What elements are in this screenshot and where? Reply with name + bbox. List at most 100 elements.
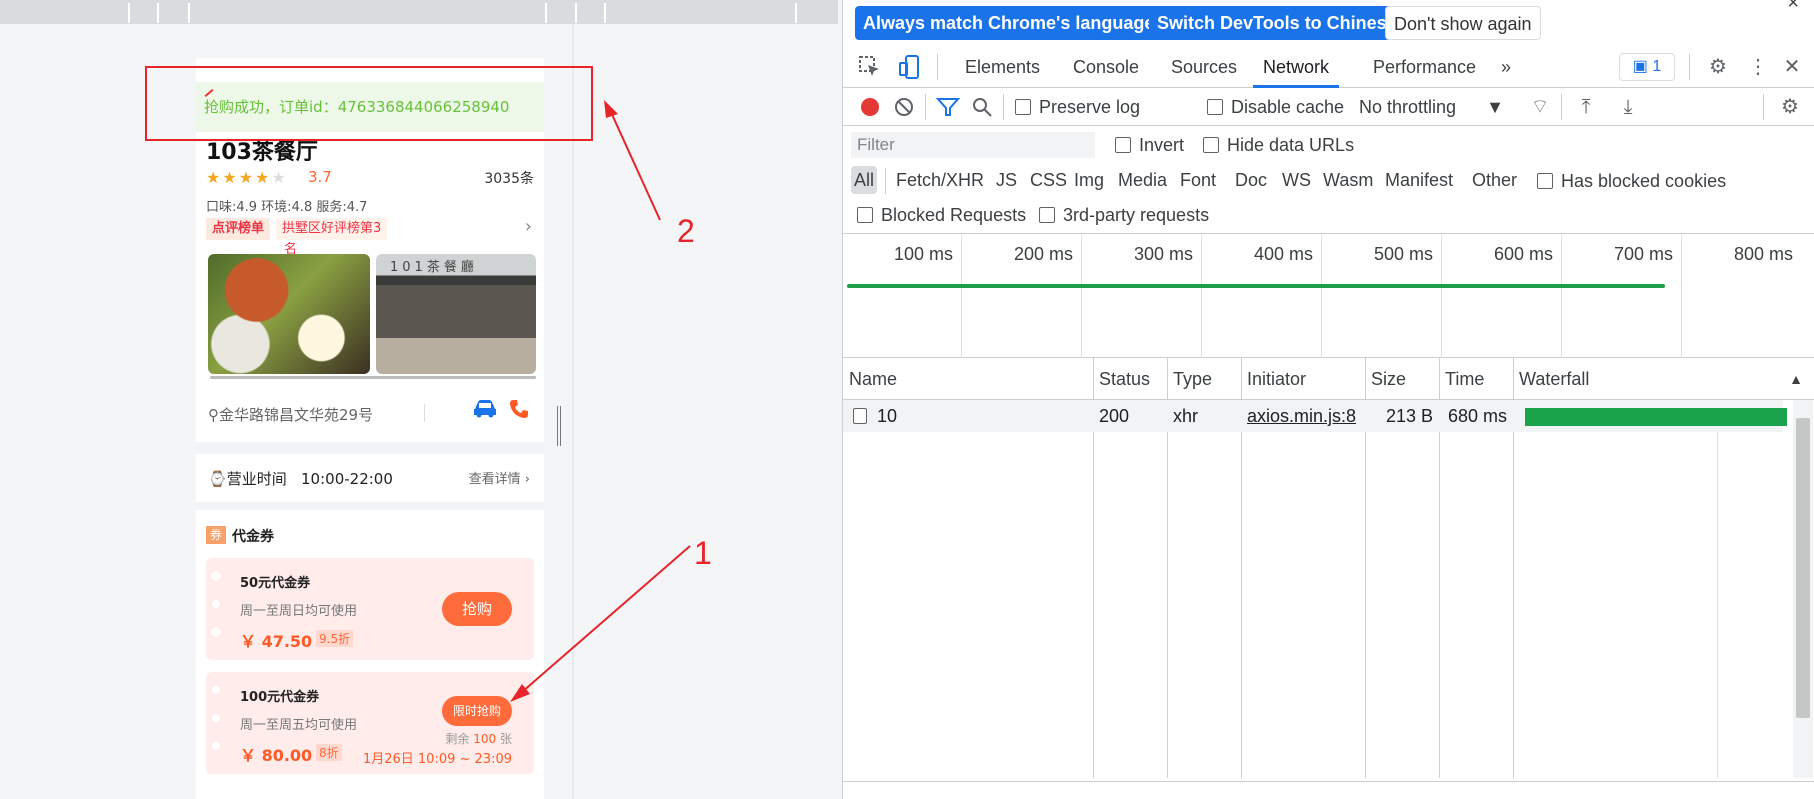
match-language-button[interactable]: Always match Chrome's language xyxy=(855,6,1163,40)
divider xyxy=(1689,54,1690,80)
filter-type-manifest[interactable]: Manifest xyxy=(1382,166,1456,194)
overview-tick: 600 ms xyxy=(1493,244,1553,264)
filter-type-css[interactable]: CSS xyxy=(1027,166,1070,194)
issues-badge[interactable]: ▣ 1 xyxy=(1619,53,1675,81)
request-size: 213 B xyxy=(1385,406,1433,426)
close-icon[interactable]: ✕ xyxy=(1779,54,1805,80)
filter-icon[interactable] xyxy=(935,94,961,120)
network-summary-bar xyxy=(843,781,1814,799)
overview-gridline xyxy=(1441,234,1442,358)
table-row[interactable]: 10 200 xhr axios.min.js:8 213 B 680 ms xyxy=(843,400,1787,432)
column-header-size[interactable]: Size xyxy=(1365,358,1439,400)
close-icon[interactable]: × xyxy=(1787,0,1799,15)
more-tabs-icon[interactable]: » xyxy=(1501,46,1511,88)
scrollbar-thumb[interactable] xyxy=(1796,418,1810,718)
has-blocked-cookies-checkbox[interactable]: Has blocked cookies xyxy=(1537,168,1726,194)
divider xyxy=(925,94,926,120)
overview-tick: 300 ms xyxy=(1133,244,1193,264)
filter-type-ws[interactable]: WS xyxy=(1279,166,1314,194)
tab-performance[interactable]: Performance xyxy=(1373,46,1476,88)
device-toolbar-icon[interactable] xyxy=(897,54,923,80)
preserve-log-label: Preserve log xyxy=(1039,97,1141,117)
overview-tick: 100 ms xyxy=(893,244,953,264)
filter-type-media[interactable]: Media xyxy=(1115,166,1170,194)
overview-gridline xyxy=(1681,234,1682,358)
devtools-panel: Always match Chrome's language Switch De… xyxy=(842,0,1814,799)
request-time: 680 ms xyxy=(1447,406,1507,426)
tab-network[interactable]: Network xyxy=(1253,46,1340,88)
filter-type-js[interactable]: JS xyxy=(993,166,1020,194)
column-header-waterfall[interactable]: Waterfall ▲ xyxy=(1513,358,1814,400)
filter-type-img[interactable]: Img xyxy=(1071,166,1107,194)
column-header-time[interactable]: Time xyxy=(1439,358,1513,400)
overview-tick: 200 ms xyxy=(1013,244,1073,264)
record-icon[interactable] xyxy=(857,94,883,120)
filter-type-fetch-xhr[interactable]: Fetch/XHR xyxy=(893,166,987,194)
filter-type-font[interactable]: Font xyxy=(1177,166,1219,194)
throttling-select[interactable]: No throttling ▼ xyxy=(1359,94,1504,120)
overview-activity-line xyxy=(847,284,1665,288)
preserve-log-checkbox[interactable]: Preserve log xyxy=(1015,94,1140,120)
column-header-name[interactable]: Name xyxy=(843,358,1093,400)
waterfall-bar xyxy=(1525,408,1787,426)
dont-show-again-button[interactable]: Don't show again xyxy=(1385,6,1541,40)
device-preview: 抢购成功，订单id：476336844066258940 103茶餐厅 ★★★★… xyxy=(0,0,842,799)
filter-type-all[interactable]: All xyxy=(851,166,878,194)
third-party-checkbox[interactable]: 3rd-party requests xyxy=(1039,202,1209,228)
column-header-initiator[interactable]: Initiator xyxy=(1241,358,1365,400)
invert-checkbox[interactable]: Invert xyxy=(1115,132,1184,158)
overview-gridline xyxy=(1321,234,1322,358)
filter-type-doc[interactable]: Doc xyxy=(1232,166,1270,194)
blocked-requests-label: Blocked Requests xyxy=(881,205,1027,225)
column-header-status[interactable]: Status xyxy=(1093,358,1167,400)
disable-cache-checkbox[interactable]: Disable cache xyxy=(1207,94,1344,120)
filter-bar: Filter Invert Hide data URLs All Fetch/X… xyxy=(843,126,1814,234)
language-infobar: Always match Chrome's language Switch De… xyxy=(843,0,1814,46)
clear-icon[interactable] xyxy=(891,94,917,120)
overview-tick: 800 ms xyxy=(1733,244,1793,264)
tab-console[interactable]: Console xyxy=(1073,46,1139,88)
requests-table: Name Status Type Initiator Size Time Wat… xyxy=(843,358,1814,799)
network-toolbar: Preserve log Disable cache No throttling… xyxy=(843,88,1814,126)
divider xyxy=(1561,94,1562,120)
request-name: 10 xyxy=(843,400,1093,432)
download-icon[interactable]: ⤓ xyxy=(1615,94,1641,120)
overview-gridline xyxy=(1081,234,1082,358)
search-icon[interactable] xyxy=(969,94,995,120)
gear-icon[interactable]: ⚙ xyxy=(1705,54,1731,80)
filter-type-other[interactable]: Other xyxy=(1469,166,1520,194)
switch-language-button[interactable]: Switch DevTools to Chinese xyxy=(1149,6,1405,40)
invert-label: Invert xyxy=(1139,135,1185,155)
filter-type-wasm[interactable]: Wasm xyxy=(1320,166,1376,194)
overview-tick: 700 ms xyxy=(1613,244,1673,264)
network-conditions-icon[interactable]: ⌔ xyxy=(1527,94,1553,120)
divider xyxy=(885,168,886,194)
table-scrollbar[interactable] xyxy=(1793,400,1813,778)
waterfall-gridline xyxy=(1717,400,1718,778)
inspect-element-icon[interactable] xyxy=(857,54,883,80)
hide-data-urls-checkbox[interactable]: Hide data URLs xyxy=(1203,132,1354,158)
checkbox-icon xyxy=(1207,99,1223,115)
gear-icon[interactable]: ⚙ xyxy=(1777,94,1803,120)
hide-data-urls-label: Hide data URLs xyxy=(1227,135,1355,155)
request-initiator-link[interactable]: axios.min.js:8 xyxy=(1241,400,1356,432)
third-party-label: 3rd-party requests xyxy=(1063,205,1210,225)
tab-elements[interactable]: Elements xyxy=(965,46,1040,88)
more-vert-icon[interactable]: ⋮ xyxy=(1745,54,1771,80)
annotation-label-2: 2 xyxy=(677,213,695,249)
filter-input[interactable]: Filter xyxy=(851,132,1095,158)
annotation-arrow-2 xyxy=(604,100,661,221)
network-overview[interactable]: 100 ms 200 ms 300 ms 400 ms 500 ms 600 m… xyxy=(843,234,1814,358)
upload-icon[interactable]: ⤒ xyxy=(1573,94,1599,120)
checkbox-icon xyxy=(1115,137,1131,153)
tab-sources[interactable]: Sources xyxy=(1171,46,1237,88)
divider xyxy=(1003,94,1004,120)
waterfall-label: Waterfall xyxy=(1519,369,1590,389)
blocked-requests-checkbox[interactable]: Blocked Requests xyxy=(857,202,1026,228)
request-name-text: 10 xyxy=(877,406,898,426)
sort-ascending-icon: ▲ xyxy=(1789,371,1803,387)
column-header-type[interactable]: Type xyxy=(1167,358,1241,400)
overview-gridline xyxy=(1201,234,1202,358)
annotation-label-1: 1 xyxy=(694,535,712,571)
dropdown-arrow-icon: ▼ xyxy=(1486,97,1504,117)
